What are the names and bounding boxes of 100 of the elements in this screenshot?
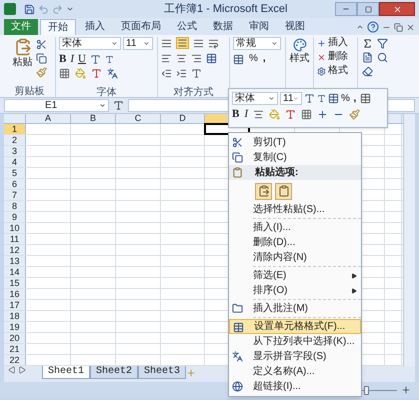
ribbon-tab[interactable]: 视图	[278, 19, 312, 35]
increase-decimal-icon[interactable]	[317, 108, 328, 120]
customize-dropdown-icon[interactable]	[66, 5, 74, 13]
font-size-dropdown[interactable]: 11	[123, 37, 153, 50]
borders-icon[interactable]	[301, 108, 312, 120]
phonetic-icon[interactable]	[107, 68, 118, 79]
row-header[interactable]: 10	[4, 223, 26, 233]
styles-button[interactable]: 样式	[290, 37, 310, 64]
clear-icon[interactable]	[362, 66, 373, 77]
align-center-icon[interactable]	[176, 53, 187, 64]
ribbon-tab[interactable]: 文件	[4, 19, 38, 35]
menu-item[interactable]: 删除(D)...	[229, 235, 361, 250]
wrap-text-icon[interactable]	[208, 38, 219, 48]
menu-item[interactable]: 设置单元格格式(F)...	[229, 319, 361, 334]
decrease-indent-icon[interactable]	[161, 68, 172, 79]
row-header[interactable]: 19	[4, 322, 26, 332]
ribbon-tab[interactable]: 开始	[40, 19, 76, 35]
row-header[interactable]: 20	[4, 333, 26, 343]
bottom-align-icon[interactable]	[193, 38, 204, 48]
menu-item[interactable]: 定义名称(A)...	[229, 364, 361, 379]
menu-item[interactable]: 插入批注(M)	[229, 301, 361, 316]
cells-command-button[interactable]: 删除	[317, 51, 354, 63]
menu-item[interactable]: 剪切(T)	[229, 135, 361, 150]
row-header[interactable]: 4	[4, 157, 26, 167]
bold-button[interactable]: B	[59, 53, 66, 65]
cells-command-button[interactable]: 插入	[317, 37, 354, 49]
menu-item[interactable]: 复制(C)	[229, 150, 361, 165]
menu-item[interactable]: 显示拼音字段(S)	[229, 349, 361, 364]
row-header[interactable]: 21	[4, 344, 26, 354]
fill-icon[interactable]	[362, 52, 373, 63]
font-name-dropdown[interactable]: 宋体	[59, 37, 121, 50]
restore-workbook-icon[interactable]	[394, 22, 403, 32]
row-header[interactable]: 22	[4, 355, 26, 365]
column-header[interactable]: B	[71, 114, 115, 123]
menu-item[interactable]: 清除内容(N)	[229, 250, 361, 265]
underline-button[interactable]: U	[78, 53, 86, 65]
row-header[interactable]: 3	[4, 146, 26, 156]
zoom-in-icon[interactable]	[401, 385, 411, 395]
font-name-dropdown[interactable]: 宋体	[232, 92, 278, 105]
paste-option-button[interactable]	[255, 182, 272, 200]
save-icon[interactable]	[24, 4, 35, 14]
ribbon-tab[interactable]: 插入	[78, 19, 112, 35]
comma-button[interactable]: ,	[262, 53, 266, 65]
paste-button[interactable]: 粘贴	[12, 37, 32, 86]
row-header[interactable]: 5	[4, 168, 26, 178]
italic-button[interactable]: I	[70, 53, 74, 65]
help-icon[interactable]	[367, 21, 379, 33]
row-header[interactable]: 9	[4, 212, 26, 222]
row-header[interactable]: 18	[4, 311, 26, 321]
comma-button[interactable]: ,	[352, 92, 358, 104]
find-icon[interactable]	[377, 52, 388, 63]
increase-indent-icon[interactable]	[176, 68, 187, 79]
grow-font-icon[interactable]	[304, 93, 315, 104]
row-header[interactable]: 14	[4, 267, 26, 277]
ribbon-tab[interactable]: 公式	[170, 19, 204, 35]
sheet-tab[interactable]: Sheet3	[138, 366, 186, 379]
shrink-font-icon[interactable]	[317, 94, 326, 103]
column-header[interactable]: C	[116, 114, 160, 123]
row-header[interactable]: 15	[4, 278, 26, 288]
font-size-dropdown[interactable]: 11	[280, 92, 302, 105]
ribbon-tab[interactable]: 数据	[206, 19, 240, 35]
fill-color-icon[interactable]	[75, 68, 86, 79]
top-align-icon[interactable]	[161, 38, 172, 48]
font-color-icon[interactable]	[91, 68, 102, 79]
borders-icon[interactable]	[59, 68, 70, 79]
row-header[interactable]: 2	[4, 135, 26, 145]
menu-item[interactable]: 选择性粘贴(S)...	[229, 202, 361, 217]
close-button[interactable]	[379, 2, 415, 16]
row-header[interactable]: 16	[4, 289, 26, 299]
percent-button[interactable]: %	[249, 53, 258, 65]
menu-item[interactable]: 排序(O)	[229, 283, 361, 298]
autosum-icon[interactable]	[362, 38, 373, 49]
merge-cells-icon[interactable]	[360, 93, 371, 104]
row-header[interactable]: 11	[4, 234, 26, 244]
accounting-format-icon[interactable]	[328, 93, 339, 104]
copy-icon[interactable]	[36, 53, 46, 64]
cells-command-button[interactable]: 格式	[317, 65, 354, 77]
row-header[interactable]: 12	[4, 245, 26, 255]
row-header[interactable]: 1	[4, 124, 26, 134]
menu-item[interactable]: 从下拉列表中选择(K)...	[229, 334, 361, 349]
row-header[interactable]: 6	[4, 179, 26, 189]
column-header[interactable]: D	[161, 114, 204, 123]
middle-align-icon[interactable]	[176, 37, 189, 49]
fill-color-icon[interactable]	[269, 108, 280, 120]
shrink-font-icon[interactable]	[104, 54, 114, 64]
column-header[interactable]: A	[26, 114, 70, 123]
close-workbook-icon[interactable]	[406, 22, 415, 32]
menu-item[interactable]: 超链接(I)...	[229, 379, 361, 394]
format-painter-icon[interactable]	[349, 108, 360, 120]
number-format-dropdown[interactable]: 常规	[233, 37, 281, 50]
menu-item[interactable]: 插入(I)...	[229, 220, 361, 235]
vertical-scrollbar[interactable]	[403, 114, 415, 366]
ribbon-tab[interactable]: 页面布局	[114, 19, 168, 35]
accounting-format-icon[interactable]	[233, 54, 244, 64]
row-header[interactable]: 17	[4, 300, 26, 310]
font-color-icon[interactable]	[285, 108, 296, 120]
menu-item[interactable]: 筛选(E)	[229, 268, 361, 283]
bold-button[interactable]: B	[232, 108, 240, 120]
sort-filter-icon[interactable]	[377, 38, 388, 49]
name-box[interactable]: E1	[4, 99, 109, 112]
